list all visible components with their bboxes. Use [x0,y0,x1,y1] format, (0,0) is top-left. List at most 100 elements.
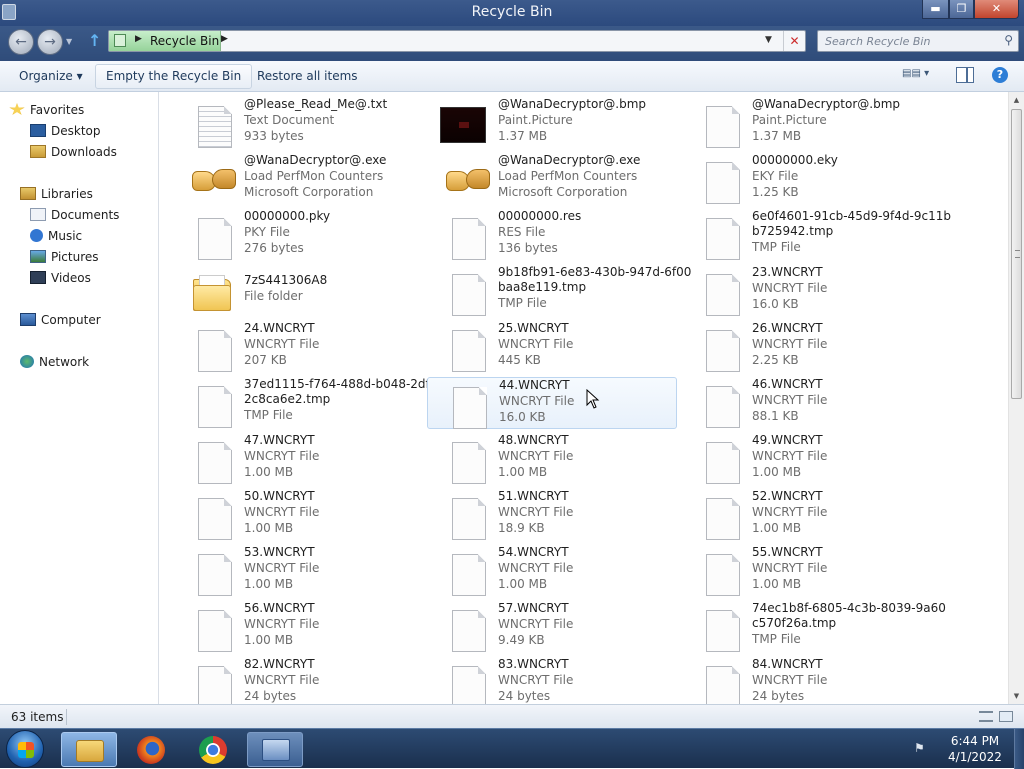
file-company: Microsoft Corporation [498,185,628,199]
taskbar-firefox[interactable] [123,732,179,767]
file-item[interactable]: 00000000.eky EKY File 1.25 KB [681,153,931,205]
forward-button[interactable]: → [37,29,63,55]
taskbar-chrome[interactable] [185,732,241,767]
action-center-flag-icon[interactable]: ⚑ [914,741,932,755]
details-view-icon[interactable] [979,711,993,722]
nav-favorites[interactable]: Favorites [9,101,84,119]
nav-downloads[interactable]: Downloads [30,143,117,161]
clock-date: 4/1/2022 [948,750,1002,764]
preview-pane-icon[interactable] [956,67,974,83]
nav-desktop[interactable]: Desktop [30,122,101,140]
tiles-view-icon[interactable] [999,711,1013,722]
file-item[interactable]: 84.WNCRYT WNCRYT File 24 bytes [681,657,931,704]
close-button[interactable]: ✕ [974,0,1019,19]
show-desktop-button[interactable] [1014,729,1024,769]
file-item[interactable]: @WanaDecryptor@.exe Load PerfMon Counter… [173,153,423,205]
chrome-icon [199,736,227,764]
file-icon [706,274,740,316]
breadcrumb-arrow-icon[interactable]: ▶ [135,34,142,44]
help-icon[interactable]: ? [992,67,1008,83]
remote-desktop-icon [262,739,290,761]
breadcrumb-recycle-bin[interactable]: Recycle Bin [150,34,219,48]
file-item[interactable]: 37ed1115-f764-488d-b048-2df22c8ca6e2.tmp… [173,377,437,429]
scroll-down-arrow-icon[interactable]: ▼ [1009,688,1024,704]
file-size: 88.1 KB [752,409,799,423]
file-type: WNCRYT File [244,449,320,463]
file-item[interactable]: 49.WNCRYT WNCRYT File 1.00 MB [681,433,931,485]
file-item[interactable]: @WanaDecryptor@.bmp Paint.Picture 1.37 M… [427,97,677,149]
taskbar-remote-desktop[interactable] [247,732,303,767]
recent-pages-dropdown[interactable]: ▼ [66,37,72,46]
nav-libraries[interactable]: Libraries [20,185,93,203]
file-name: 50.WNCRYT [244,489,315,503]
file-item[interactable]: 24.WNCRYT WNCRYT File 207 KB [173,321,423,373]
up-arrow-icon[interactable]: ↑ [88,31,101,50]
file-item[interactable]: 00000000.pky PKY File 276 bytes [173,209,423,261]
stop-icon[interactable]: ✕ [783,31,805,51]
file-item[interactable]: @WanaDecryptor@.exe Load PerfMon Counter… [427,153,677,205]
file-item[interactable]: 56.WNCRYT WNCRYT File 1.00 MB [173,601,423,653]
taskbar-explorer[interactable] [61,732,117,767]
search-input[interactable] [818,31,994,51]
vertical-scrollbar[interactable]: ▲ ▼ [1008,92,1024,704]
file-type: WNCRYT File [244,505,320,519]
nav-videos[interactable]: Videos [30,269,91,287]
file-item[interactable]: 74ec1b8f-6805-4c3b-8039-9a60c570f26a.tmp… [681,601,946,653]
downloads-icon [30,145,46,158]
file-item[interactable]: 50.WNCRYT WNCRYT File 1.00 MB [173,489,423,541]
file-item-hovered[interactable]: 44.WNCRYT WNCRYT File 16.0 KB [427,377,677,429]
file-item[interactable]: 26.WNCRYT WNCRYT File 2.25 KB [681,321,931,373]
file-item[interactable]: 47.WNCRYT WNCRYT File 1.00 MB [173,433,423,485]
search-icon[interactable]: ⚲ [1004,33,1013,47]
breadcrumb-arrow-icon[interactable]: ▶ [221,34,228,44]
file-icon [706,498,740,540]
file-item[interactable]: 57.WNCRYT WNCRYT File 9.49 KB [427,601,677,653]
file-item[interactable]: 55.WNCRYT WNCRYT File 1.00 MB [681,545,931,597]
nav-computer[interactable]: Computer [20,311,101,329]
change-view-icon[interactable]: ▤▤ ▾ [902,68,938,84]
text-file-icon [198,106,232,148]
start-button[interactable] [6,730,44,768]
title-bar[interactable]: Recycle Bin ▬ ❐ ✕ [0,0,1024,26]
file-type: WNCRYT File [752,561,828,575]
file-item[interactable]: 83.WNCRYT WNCRYT File 24 bytes [427,657,677,704]
empty-recycle-bin-button[interactable]: Empty the Recycle Bin [95,64,253,89]
file-item[interactable]: 6e0f4601-91cb-45d9-9f4d-9c11bb725942.tmp… [681,209,951,261]
search-box[interactable]: ⚲ [817,30,1019,52]
file-size: 1.00 MB [244,521,294,535]
scrollbar-thumb[interactable] [1011,109,1022,399]
nav-documents[interactable]: Documents [30,206,119,224]
file-icon [452,554,486,596]
file-item[interactable]: 25.WNCRYT WNCRYT File 445 KB [427,321,677,373]
file-item[interactable]: 9b18fb91-6e83-430b-947d-6f00baa8e119.tmp… [427,265,691,317]
organize-button[interactable]: Organize ▾ [8,64,94,89]
nav-music[interactable]: Music [30,227,82,245]
maximize-button[interactable]: ❐ [949,0,974,19]
file-item[interactable]: @WanaDecryptor@.bmp Paint.Picture 1.37 M… [681,97,931,149]
address-bar[interactable]: ▶ Recycle Bin ▶ ▼ ✕ [108,30,806,52]
nav-label: Downloads [51,145,117,159]
file-icon [706,386,740,428]
address-dropdown-icon[interactable]: ▼ [765,35,772,45]
file-item[interactable]: 51.WNCRYT WNCRYT File 18.9 KB [427,489,677,541]
file-item[interactable]: 46.WNCRYT WNCRYT File 88.1 KB [681,377,931,429]
back-button[interactable]: ← [8,29,34,55]
file-item[interactable]: 48.WNCRYT WNCRYT File 1.00 MB [427,433,677,485]
file-item[interactable]: 52.WNCRYT WNCRYT File 1.00 MB [681,489,931,541]
file-size: 1.25 KB [752,185,799,199]
file-size: 24 bytes [498,689,551,703]
nav-network[interactable]: Network [20,353,89,371]
file-item[interactable]: 82.WNCRYT WNCRYT File 24 bytes [173,657,423,704]
taskbar-clock[interactable]: 6:44 PM 4/1/2022 [940,733,1010,765]
minimize-button[interactable]: ▬ [922,0,949,19]
file-name: 25.WNCRYT [498,321,569,335]
scroll-up-arrow-icon[interactable]: ▲ [1009,92,1024,108]
file-item[interactable]: 54.WNCRYT WNCRYT File 1.00 MB [427,545,677,597]
file-item[interactable]: 53.WNCRYT WNCRYT File 1.00 MB [173,545,423,597]
file-item[interactable]: @Please_Read_Me@.txt Text Document 933 b… [173,97,423,149]
restore-all-items-button[interactable]: Restore all items [246,64,369,89]
file-item[interactable]: 7zS441306A8 File folder [173,265,423,317]
nav-pictures[interactable]: Pictures [30,248,99,266]
file-item[interactable]: 23.WNCRYT WNCRYT File 16.0 KB [681,265,931,317]
file-item[interactable]: 00000000.res RES File 136 bytes [427,209,677,261]
